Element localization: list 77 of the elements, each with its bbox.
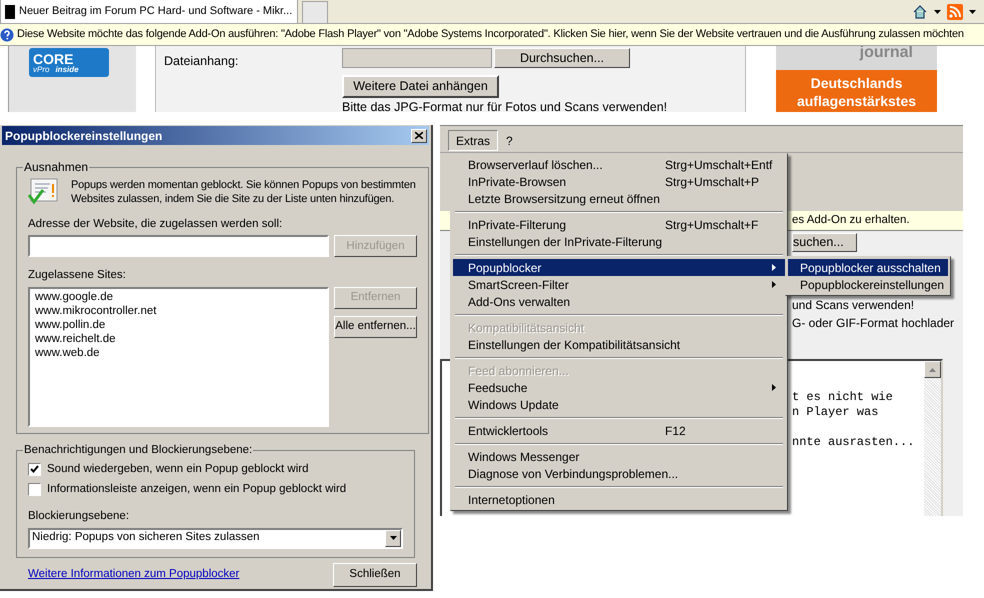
menu-title[interactable]: Extras [448, 130, 498, 151]
text-line: nnte ausrasten... [792, 435, 916, 450]
check-icon [30, 465, 39, 474]
field-label: Blockierungsebene: [28, 509, 130, 524]
information-bar-text: es Add-On zu erhalten. [792, 212, 910, 228]
checkbox-label: Informationsleiste anzeigen, wenn ein Popup geblockt wird [47, 482, 346, 497]
menu-item[interactable]: Browserverlauf löschen... Strg+Umschalt+Entf [453, 156, 785, 173]
window-title: Popupblockereinstellungen [5, 128, 162, 144]
caret-icon[interactable] [934, 10, 941, 14]
dropdown-button[interactable] [385, 530, 401, 546]
scrollbar[interactable] [924, 361, 941, 516]
menu-item[interactable]: Einstellungen der InPrivate-Filterung [453, 233, 785, 250]
menu-item[interactable]: Windows Update [453, 396, 785, 413]
checkbox[interactable] [28, 462, 41, 476]
text-line: n Player was [792, 405, 880, 420]
ad-headline: Deutschlands auflagenstärkstes [776, 70, 937, 112]
menu-item[interactable]: Letzte Browsersitzung erneut öffnen [453, 190, 785, 207]
address-field[interactable] [28, 235, 329, 258]
field-label: Dateianhang: [164, 53, 240, 70]
shortcut-text: F12 [665, 422, 686, 440]
menu-item[interactable]: Windows Messenger [453, 448, 785, 465]
caret-icon[interactable] [969, 10, 976, 14]
menu-title[interactable]: ? [498, 130, 521, 151]
caret-icon [390, 536, 396, 540]
menu-item[interactable]: Diagnose von Verbindungsproblemen... [453, 465, 785, 482]
list-item[interactable]: www.google.de [35, 290, 322, 304]
browse-button[interactable]: suchen... [792, 233, 857, 252]
body-text: G- oder GIF-Format hochlader [792, 315, 956, 332]
page-icon [5, 4, 15, 18]
checkbox-label: Sound wiedergeben, wenn ein Popup geblockt wird [47, 462, 308, 477]
rss-icon[interactable] [947, 4, 963, 20]
close-button[interactable] [411, 128, 427, 142]
list-item[interactable]: www.web.de [35, 346, 322, 360]
dropdown[interactable]: Niedrig: Popups von sicheren Sites zulassen [28, 528, 403, 548]
text-line: t es nicht wie [792, 390, 894, 405]
menu-item[interactable]: Popupblockereinstellungen [788, 276, 948, 293]
menu-item[interactable]: Internetoptionen [453, 491, 785, 508]
up-arrow-icon [929, 368, 936, 372]
list-item[interactable]: www.pollin.de [35, 318, 322, 332]
checklist-icon [28, 178, 59, 205]
field-label: Zugelassene Sites: [28, 268, 127, 284]
body-text: und Scans verwenden! [792, 297, 916, 314]
menu-item[interactable]: Popupblocker [453, 259, 785, 276]
menu-item[interactable]: Entwicklertools F12 [453, 422, 785, 439]
menu-item[interactable]: SmartScreen-Filter [453, 276, 785, 293]
group-label: Benachrichtigungen und Blockierungsebene: [23, 443, 254, 458]
close-icon [415, 132, 423, 139]
group-label: Ausnahmen [23, 159, 90, 176]
logo-text: vPro [33, 66, 50, 74]
home-icon[interactable] [912, 4, 928, 20]
shortcut-text: Strg+Umschalt+P [665, 174, 760, 190]
list-item[interactable]: www.reichelt.de [35, 332, 322, 346]
close-dialog-button[interactable]: Schließen [333, 562, 417, 586]
menu-item[interactable]: Einstellungen der Kompatibilitätsansicht [453, 336, 785, 353]
shortcut-text: Strg+Umschalt+F [665, 216, 758, 234]
list-item[interactable]: www.mikrocontroller.net [35, 304, 322, 318]
shortcut-text: Strg+Umschalt+Entf [665, 156, 772, 174]
menu-item[interactable]: Popupblocker ausschalten [788, 259, 948, 276]
help-icon [0, 28, 14, 42]
checkbox[interactable] [28, 482, 41, 496]
scroll-up-button[interactable] [924, 361, 941, 378]
info-text: Popups werden momentan geblockt. Sie können Popups von bestimmten Websites zulassen, indem Sie die Site zu der Liste unten hinzufügen. [71, 178, 417, 206]
help-link[interactable]: Weitere Informationen zum Popupblocker [28, 566, 240, 584]
information-bar-text: Diese Website möchte das folgende Add-On ausführen: "Adobe Flash Player" von "Adobe Systems Incorporated". Klicken Sie hier, wenn Sie der Website vertrauen und die Ausführung zulassen möchten [17, 27, 964, 42]
menu-item[interactable]: Feedsuche [453, 379, 785, 396]
field-label: Adresse der Website, die zugelassen werden soll: [28, 217, 284, 232]
browser-tab[interactable]: Neuer Beitrag im Forum PC Hard- und Software - Mikr... [0, 0, 298, 23]
add-file-button[interactable]: Weitere Datei anhängen [342, 74, 499, 98]
browse-button[interactable]: Durchsuchen... [494, 48, 630, 68]
hint-text: Bitte das JPG-Format nur für Fotos und Scans verwenden! [341, 98, 668, 112]
logo-text: CORE [33, 52, 74, 66]
remove-all-button[interactable]: Alle entfernen... [334, 316, 417, 338]
menu-item[interactable]: Add-Ons verwalten [453, 293, 785, 310]
menu-item[interactable]: InPrivate-Filterung Strg+Umschalt+F [453, 216, 785, 233]
logo-text: inside [55, 66, 79, 74]
information-bar[interactable]: Diese Website möchte das folgende Add-On ausführen: "Adobe Flash Player" von "Adobe Systems Incorporated". Klicken Sie hier, wenn Sie der Website vertrauen und die Ausführung zulassen möchten [0, 24, 984, 46]
menu-item[interactable]: InPrivate-Browsen Strg+Umschalt+P [453, 173, 785, 190]
